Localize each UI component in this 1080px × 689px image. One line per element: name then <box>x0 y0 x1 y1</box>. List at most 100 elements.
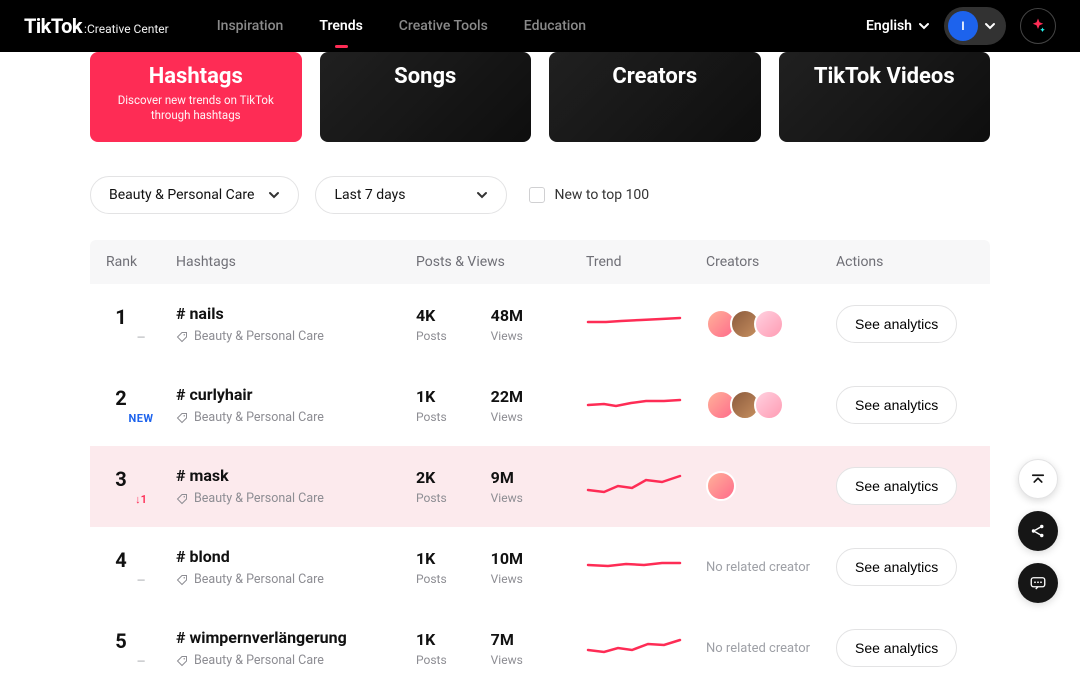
no-related-creator: No related creator <box>706 560 836 575</box>
table-header: Rank Hashtags Posts & Views Trend Creato… <box>90 240 990 284</box>
new-to-top-checkbox[interactable]: New to top 100 <box>529 187 650 203</box>
hero-tab-hashtags[interactable]: Hashtags Discover new trends on TikTok t… <box>90 52 302 142</box>
hashtag-category: Beauty & Personal Care <box>194 329 324 344</box>
user-menu[interactable]: I <box>944 7 1006 45</box>
views-label: Views <box>491 653 523 667</box>
hashtag-category: Beauty & Personal Care <box>194 653 324 668</box>
chat-button[interactable] <box>1018 563 1058 603</box>
rank-cell: 4— <box>106 548 176 587</box>
chevron-down-icon <box>476 189 488 201</box>
rank-delta: ↓1 <box>106 493 176 506</box>
avatar: I <box>948 11 978 41</box>
spark-button[interactable] <box>1020 8 1056 44</box>
table-row: 4—# blondBeauty & Personal Care1KPosts10… <box>90 527 990 608</box>
scroll-top-button[interactable] <box>1018 459 1058 499</box>
hashtag-meta: Beauty & Personal Care <box>176 410 416 425</box>
th-actions: Actions <box>836 254 974 270</box>
see-analytics-button[interactable]: See analytics <box>836 548 957 586</box>
hero-subtitle: Discover new trends on TikTok through ha… <box>101 93 291 123</box>
nav-creative-tools[interactable]: Creative Tools <box>399 14 488 38</box>
share-button[interactable] <box>1018 511 1058 551</box>
creator-avatars[interactable] <box>706 309 836 339</box>
hashtag-cell[interactable]: # blond Beauty & Personal Care <box>176 547 416 587</box>
chevron-down-icon <box>268 189 280 201</box>
actions-cell: See analytics <box>836 629 974 667</box>
actions-cell: See analytics <box>836 467 974 505</box>
posts-value: 4K <box>416 306 447 325</box>
rank-delta: NEW <box>106 412 176 425</box>
posts-value: 2K <box>416 468 447 487</box>
nav-trends[interactable]: Trends <box>319 14 362 38</box>
trend-sparkline <box>586 308 682 336</box>
actions-cell: See analytics <box>836 305 974 343</box>
posts-label: Posts <box>416 572 447 586</box>
nav-education[interactable]: Education <box>524 14 586 38</box>
creator-avatar[interactable] <box>706 471 736 501</box>
creator-avatars[interactable] <box>706 390 836 420</box>
creator-avatar[interactable] <box>754 309 784 339</box>
language-selector[interactable]: English <box>866 18 930 34</box>
th-rank: Rank <box>106 254 176 270</box>
trend-sparkline <box>586 551 682 579</box>
creator-avatars[interactable] <box>706 471 836 501</box>
hashtag-category: Beauty & Personal Care <box>194 491 324 506</box>
see-analytics-button[interactable]: See analytics <box>836 629 957 667</box>
hashtag-category: Beauty & Personal Care <box>194 410 324 425</box>
see-analytics-button[interactable]: See analytics <box>836 386 957 424</box>
page-content: Hashtags Discover new trends on TikTok t… <box>0 52 1080 689</box>
views-label: Views <box>491 572 523 586</box>
period-filter[interactable]: Last 7 days <box>315 176 506 214</box>
hashtag-name: # nails <box>176 304 416 323</box>
no-related-creator: No related creator <box>706 641 836 656</box>
creators-cell <box>706 309 836 339</box>
see-analytics-button[interactable]: See analytics <box>836 467 957 505</box>
views-value: 48M <box>491 306 523 325</box>
trend-cell <box>586 389 706 421</box>
hashtag-name: # blond <box>176 547 416 566</box>
trend-sparkline <box>586 470 682 498</box>
hero-tab-creators[interactable]: Creators <box>549 52 761 142</box>
views-label: Views <box>491 410 523 424</box>
rank-number: 3 <box>106 467 136 491</box>
share-icon <box>1029 522 1047 540</box>
chevron-down-icon <box>918 20 930 32</box>
posts-views-cell: 4KPosts48MViews <box>416 306 586 343</box>
hashtag-cell[interactable]: # wimpernverlängerung Beauty & Personal C… <box>176 628 416 668</box>
th-creators: Creators <box>706 254 836 270</box>
brand-logo[interactable]: TikTok :Creative Center <box>24 14 169 38</box>
checkbox-icon <box>529 187 545 203</box>
hashtag-name: # wimpernverlängerung <box>176 628 416 647</box>
posts-value: 1K <box>416 549 447 568</box>
hashtag-cell[interactable]: # maskBeauty & Personal Care <box>176 466 416 506</box>
posts-views-cell: 1KPosts10MViews <box>416 549 586 586</box>
rank-number: 4 <box>106 548 136 572</box>
category-value: Beauty & Personal Care <box>109 187 254 203</box>
tag-icon <box>176 493 188 505</box>
trend-cell <box>586 308 706 340</box>
nav-inspiration[interactable]: Inspiration <box>217 14 284 38</box>
rank-cell: 2 NEW <box>106 386 176 425</box>
actions-cell: See analytics <box>836 548 974 586</box>
hero-tab-videos[interactable]: TikTok Videos <box>779 52 991 142</box>
category-filter[interactable]: Beauty & Personal Care <box>90 176 299 214</box>
period-value: Last 7 days <box>334 187 405 203</box>
logo-main: TikTok <box>24 14 82 38</box>
checkbox-label: New to top 100 <box>555 187 650 203</box>
hero-tab-songs[interactable]: Songs <box>320 52 532 142</box>
tag-icon <box>176 331 188 343</box>
creator-avatar[interactable] <box>754 390 784 420</box>
hashtag-category: Beauty & Personal Care <box>194 572 324 587</box>
hashtag-meta: Beauty & Personal Care <box>176 491 416 506</box>
hashtag-cell[interactable]: # nails Beauty & Personal Care <box>176 304 416 344</box>
top-header: TikTok :Creative Center Inspiration Tren… <box>0 0 1080 52</box>
hashtag-cell[interactable]: # curlyhairBeauty & Personal Care <box>176 385 416 425</box>
tag-icon <box>176 655 188 667</box>
trend-cell <box>586 470 706 502</box>
see-analytics-button[interactable]: See analytics <box>836 305 957 343</box>
th-hashtags: Hashtags <box>176 254 416 270</box>
posts-label: Posts <box>416 329 447 343</box>
rank-number: 5 <box>106 629 136 653</box>
hero-title: Hashtags <box>149 64 243 89</box>
posts-label: Posts <box>416 491 447 505</box>
rank-number: 2 <box>106 386 136 410</box>
